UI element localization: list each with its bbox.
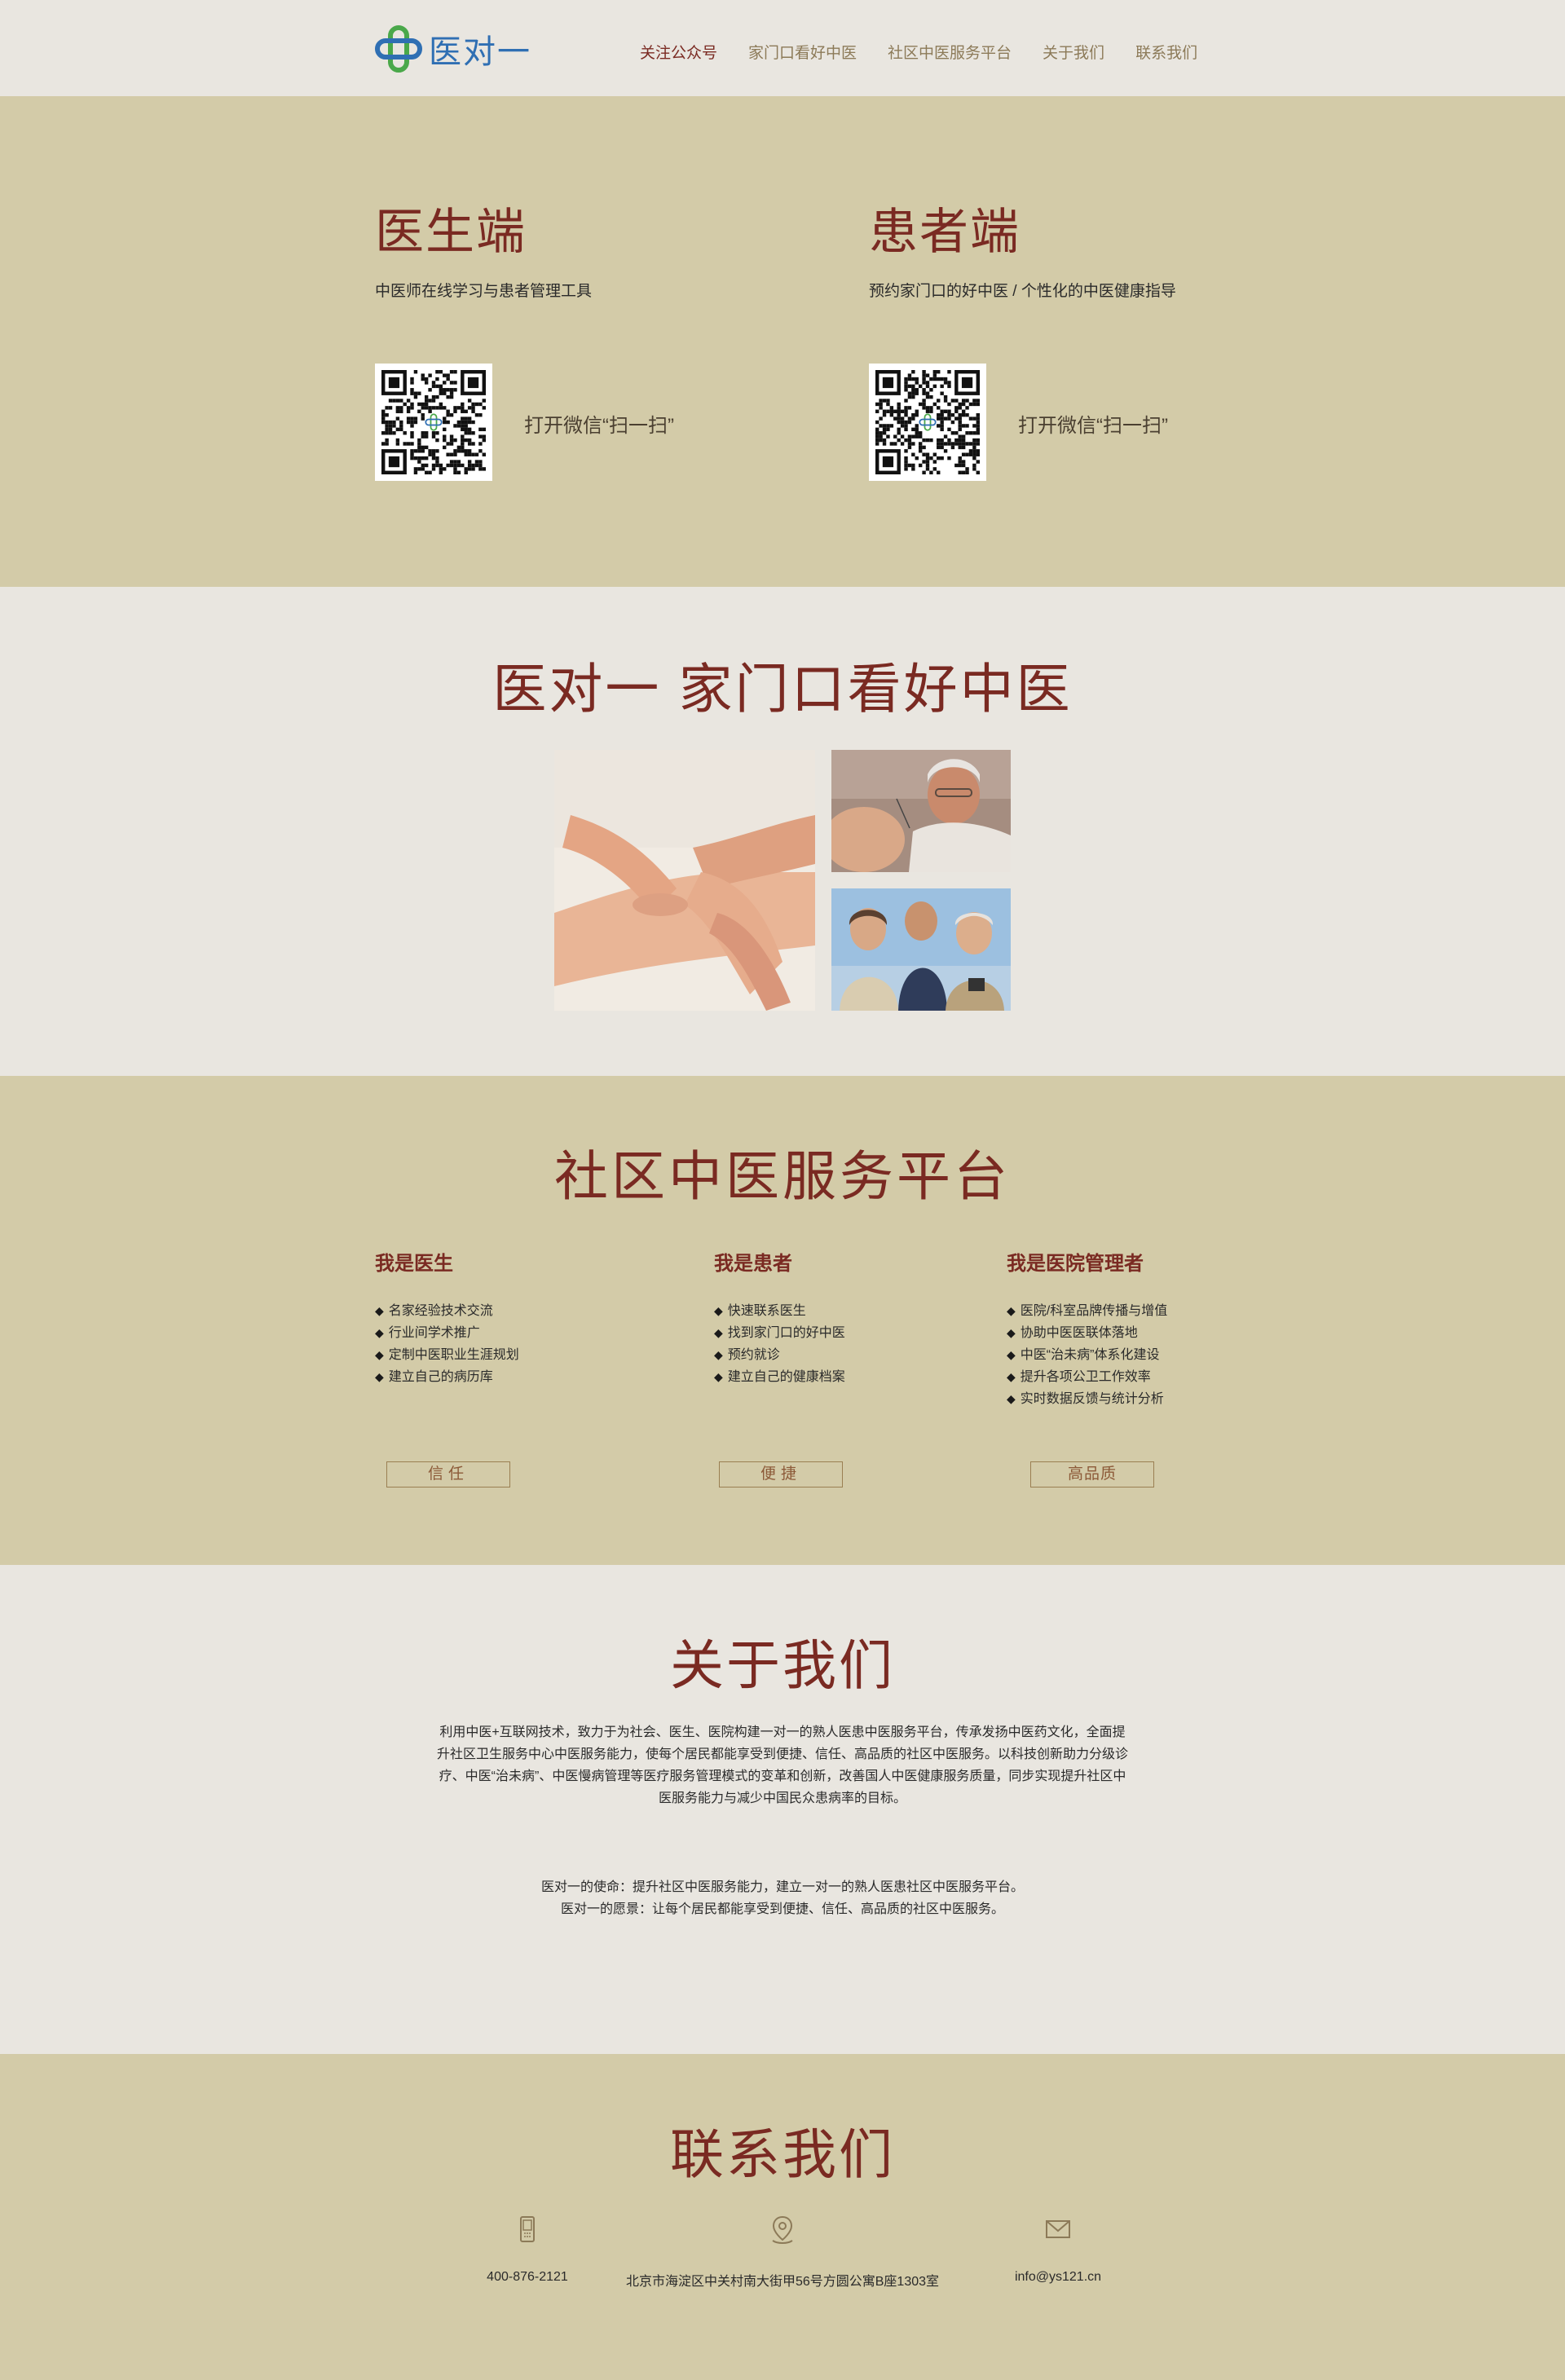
- list-item: 预约就诊: [714, 1344, 959, 1366]
- vision-text: 医对一的愿景：让每个居民都能享受到便捷、信任、高品质的社区中医服务。: [560, 1902, 1004, 1916]
- doctor-app-subtitle: 中医师在线学习与患者管理工具: [375, 283, 593, 300]
- nav-good-tcm-nearby[interactable]: 家门口看好中医: [748, 41, 857, 63]
- contact-title: 联系我们: [670, 2124, 895, 2184]
- list-item: 建立自己的病历库: [375, 1366, 619, 1388]
- doctor-column: 我是医生 名家经验技术交流 行业间学术推广 定制中医职业生涯规划 建立自己的病历…: [375, 1247, 619, 1388]
- contact-phone: 400-876-2121: [405, 2213, 650, 2285]
- slogan-section: 医对一 家门口看好中医: [0, 587, 1565, 1076]
- contact-email: info@ys121.cn: [936, 2213, 1180, 2285]
- list-item: 中医“治未病”体系化建设: [1007, 1344, 1251, 1366]
- patient-app-block: 患者端 预约家门口的好中医 / 个性化的中医健康指导 打开微信“扫一扫”: [869, 96, 1293, 587]
- nav-about-us[interactable]: 关于我们: [1043, 41, 1104, 63]
- phone-icon: [520, 2216, 535, 2242]
- high-quality-tag-button[interactable]: 高品质: [1030, 1461, 1154, 1488]
- list-item: 提升各项公卫工作效率: [1007, 1366, 1251, 1388]
- doctor-qr-code: [375, 364, 492, 481]
- site-header: 医对一 关注公众号 家门口看好中医 社区中医服务平台 关于我们 联系我们: [0, 0, 1565, 96]
- about-section: 关于我们 利用中医+互联网技术，致力于为社会、医生、医院构建一对一的熟人医患中医…: [0, 1565, 1565, 2054]
- list-item: 建立自己的健康档案: [714, 1366, 959, 1388]
- location-pin-icon: [772, 2215, 793, 2244]
- address-text: 北京市海淀区中关村南大街甲56号方圆公寓B座1303室: [625, 2275, 940, 2289]
- contact-address: 北京市海淀区中关村南大街甲56号方圆公寓B座1303室: [619, 2213, 946, 2290]
- about-paragraph: 利用中医+互联网技术，致力于为社会、医生、医院构建一对一的熟人医患中医服务平台，…: [436, 1726, 1128, 1805]
- qr-code-icon: [381, 370, 486, 474]
- patient-column: 我是患者 快速联系医生 找到家门口的好中医 预约就诊 建立自己的健康档案: [714, 1247, 959, 1388]
- main-nav: 关注公众号 家门口看好中医 社区中医服务平台 关于我们 联系我们: [640, 41, 1197, 63]
- patient-qr-code: [869, 364, 986, 481]
- doctor-app-block: 医生端 中医师在线学习与患者管理工具 打开微信“扫一扫”: [375, 96, 799, 587]
- acupuncture-photo: [831, 750, 1011, 872]
- phone-number[interactable]: 400-876-2121: [405, 2270, 650, 2285]
- logo-cross-icon: [375, 25, 422, 73]
- mission-vision: 医对一的使命：提升社区中医服务能力，建立一对一的熟人医患社区中医服务平台。 医对…: [0, 1876, 1565, 1920]
- hospital-manager-heading: 我是医院管理者: [1007, 1253, 1144, 1275]
- nav-community-platform[interactable]: 社区中医服务平台: [888, 41, 1012, 63]
- logo-text: 医对一: [429, 34, 531, 70]
- convenience-tag-button[interactable]: 便捷: [719, 1461, 843, 1488]
- list-item: 行业间学术推广: [375, 1322, 619, 1344]
- qr-code-icon: [875, 370, 980, 474]
- patient-heading: 我是患者: [714, 1253, 792, 1275]
- list-item: 协助中医医联体落地: [1007, 1322, 1251, 1344]
- hospital-manager-column: 我是医院管理者 医院/科室品牌传播与增值 协助中医医联体落地 中医“治未病”体系…: [1007, 1247, 1251, 1410]
- platform-section: 社区中医服务平台 我是医生 名家经验技术交流 行业间学术推广 定制中医职业生涯规…: [0, 1076, 1565, 1565]
- logo[interactable]: 医对一: [375, 24, 531, 73]
- list-item: 名家经验技术交流: [375, 1300, 619, 1322]
- doctor-scan-hint: 打开微信“扫一扫”: [524, 415, 674, 437]
- nav-contact-us[interactable]: 联系我们: [1135, 41, 1197, 63]
- email-address[interactable]: info@ys121.cn: [936, 2270, 1180, 2285]
- download-section: 医生端 中医师在线学习与患者管理工具 打开微信“扫一扫” 患者端 预约家门口的好…: [0, 96, 1565, 587]
- list-item: 找到家门口的好中医: [714, 1322, 959, 1344]
- patient-app-subtitle: 预约家门口的好中医 / 个性化的中医健康指导: [869, 283, 1176, 300]
- elderly-group-photo: [831, 888, 1011, 1011]
- nav-follow-account[interactable]: 关注公众号: [640, 41, 717, 63]
- mail-icon: [1046, 2220, 1070, 2238]
- list-item: 实时数据反馈与统计分析: [1007, 1388, 1251, 1410]
- list-item: 快速联系医生: [714, 1300, 959, 1322]
- doctor-feature-list: 名家经验技术交流 行业间学术推广 定制中医职业生涯规划 建立自己的病历库: [375, 1300, 619, 1388]
- list-item: 医院/科室品牌传播与增值: [1007, 1300, 1251, 1322]
- mission-text: 医对一的使命：提升社区中医服务能力，建立一对一的熟人医患社区中医服务平台。: [540, 1880, 1024, 1894]
- platform-title: 社区中医服务平台: [554, 1146, 1011, 1206]
- slogan-title: 医对一 家门口看好中医: [492, 659, 1073, 719]
- about-title: 关于我们: [670, 1635, 895, 1695]
- list-item: 定制中医职业生涯规划: [375, 1344, 619, 1366]
- contact-section: 联系我们 400-876-2121 北京市海淀区中关村南大街甲56号方圆公寓B座…: [0, 2054, 1565, 2380]
- doctor-app-title: 医生端: [375, 205, 527, 259]
- patient-scan-hint: 打开微信“扫一扫”: [1018, 415, 1168, 437]
- doctor-heading: 我是医生: [375, 1253, 453, 1275]
- patient-feature-list: 快速联系医生 找到家门口的好中医 预约就诊 建立自己的健康档案: [714, 1300, 959, 1388]
- trust-tag-button[interactable]: 信任: [386, 1461, 510, 1488]
- hospital-manager-feature-list: 医院/科室品牌传播与增值 协助中医医联体落地 中医“治未病”体系化建设 提升各项…: [1007, 1300, 1251, 1410]
- patient-app-title: 患者端: [869, 205, 1021, 259]
- pulse-diagnosis-photo: [554, 750, 815, 1011]
